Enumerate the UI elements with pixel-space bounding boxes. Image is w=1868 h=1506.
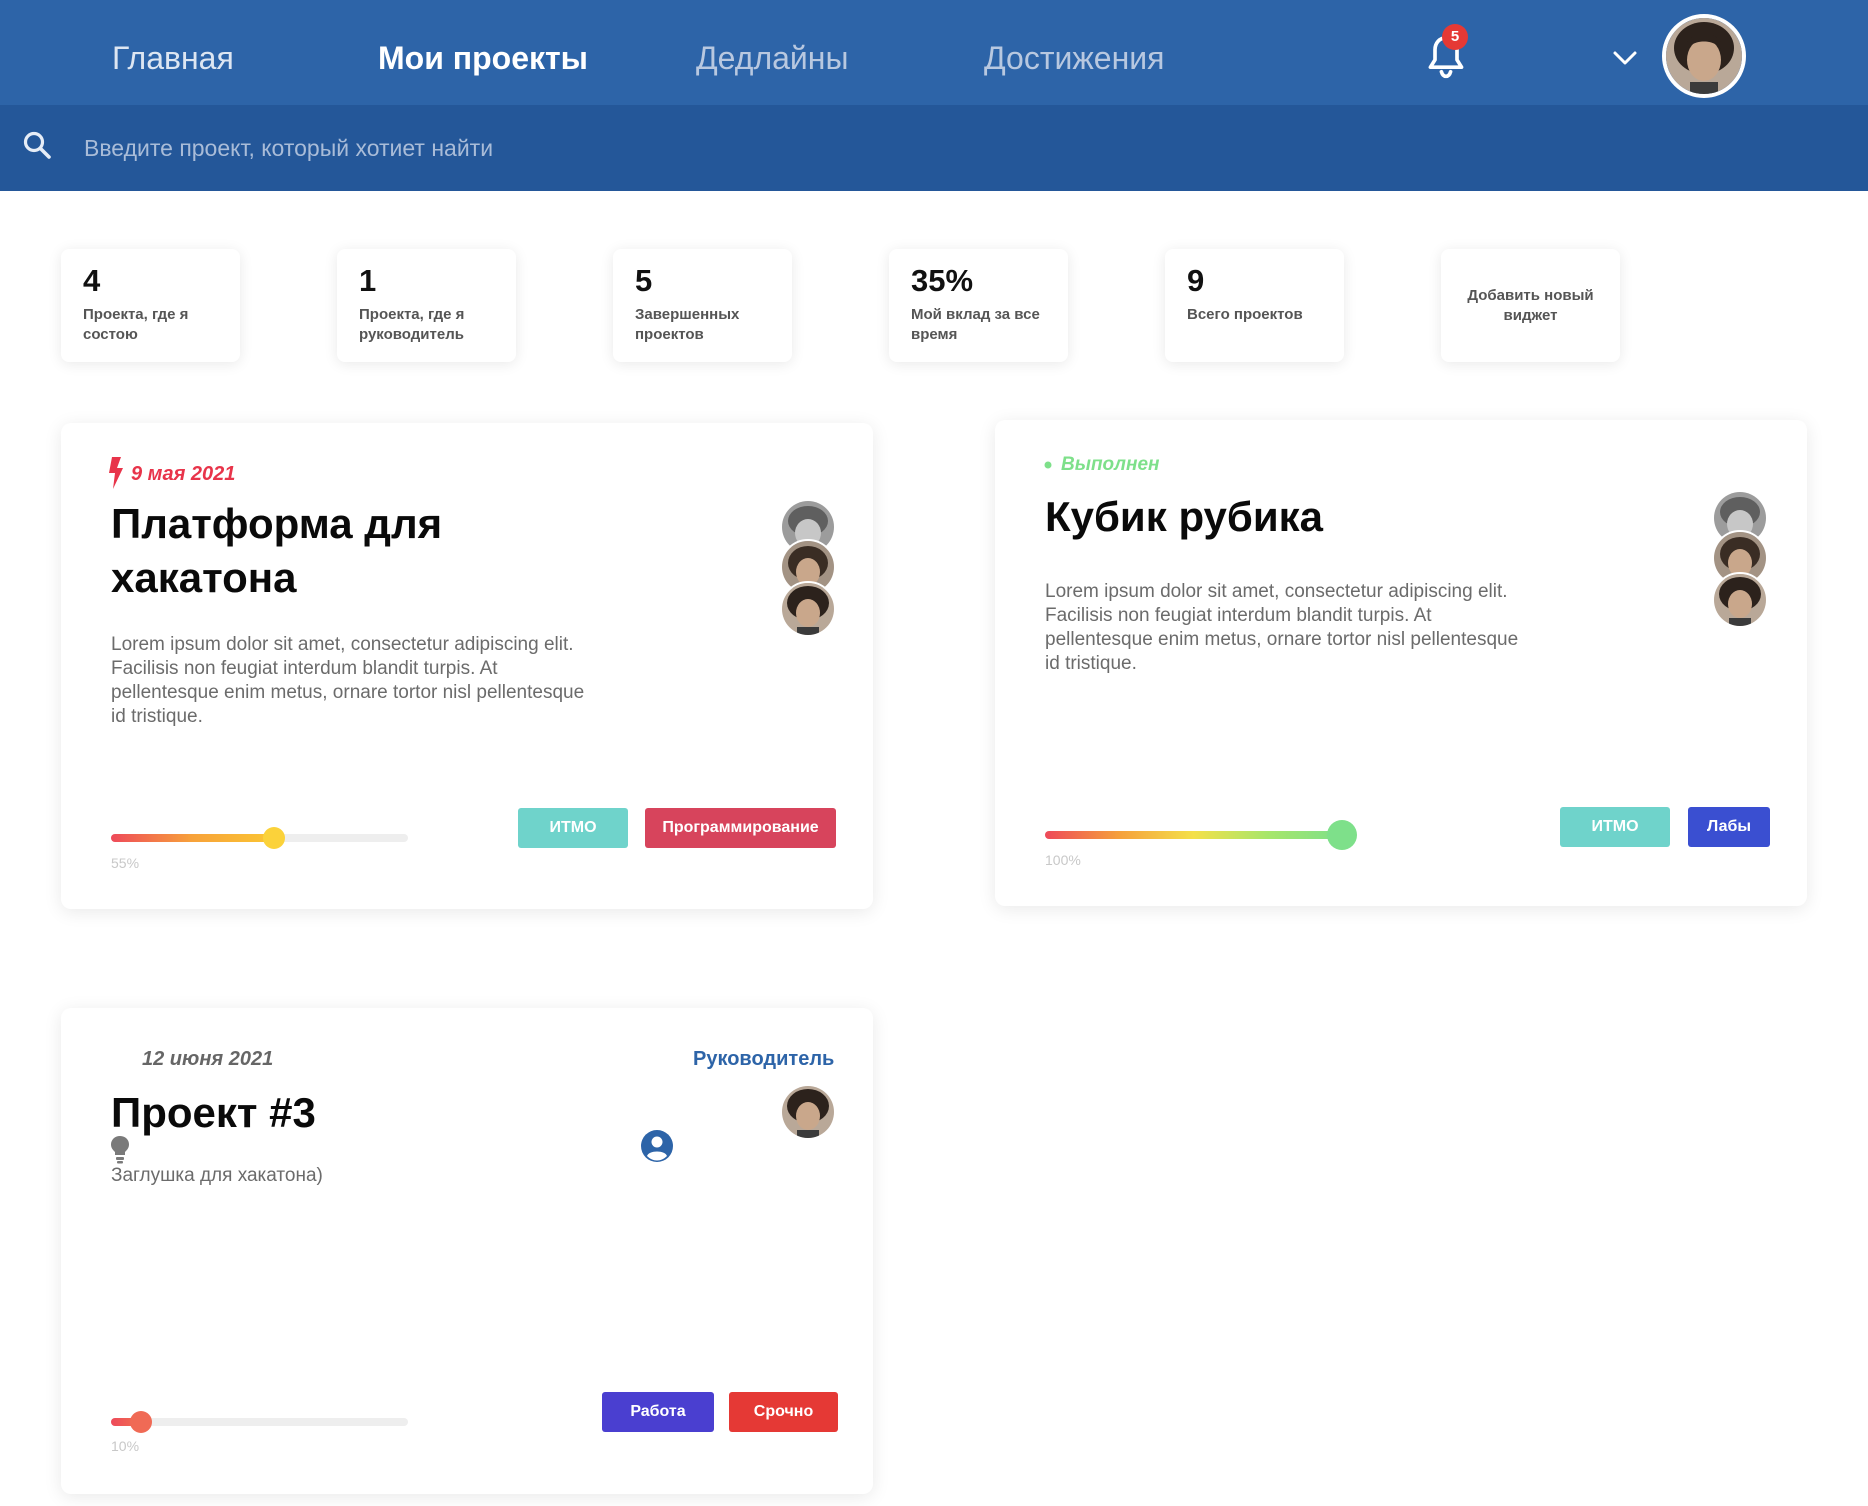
project-title: Платформа для хакатона	[111, 500, 443, 601]
stat-label: Проекта, где я состою	[83, 306, 189, 343]
nav-home[interactable]: Главная	[112, 36, 234, 80]
nav-deadlines[interactable]: Дедлайны	[696, 36, 848, 80]
stat-value: 35%	[911, 263, 974, 298]
stat-total-projects[interactable]: 9 Всего проектов	[1165, 249, 1344, 362]
stat-label: Мой вклад за все время	[911, 306, 1040, 343]
stat-label: Завершенных проектов	[635, 306, 740, 343]
project-status: Выполнен	[1061, 454, 1160, 475]
status-dot-icon	[1044, 461, 1052, 469]
tag-itmo[interactable]: ИТМО	[1560, 807, 1670, 847]
progress-bar	[111, 827, 408, 849]
project-description: Lorem ipsum dolor sit amet, consectetur …	[111, 634, 585, 727]
tag-itmo[interactable]: ИТМО	[518, 808, 628, 848]
progress-label: 100%	[1045, 852, 1081, 868]
stat-member-projects[interactable]: 4 Проекта, где я состою	[61, 249, 240, 362]
stat-value: 1	[359, 263, 377, 298]
progress-bar	[1045, 820, 1357, 850]
progress-fill	[1045, 831, 1342, 839]
stat-contribution[interactable]: 35% Мой вклад за все время	[889, 249, 1068, 362]
deadline-date: 9 мая 2021	[131, 463, 236, 485]
nav-achievements[interactable]: Достижения	[984, 36, 1164, 80]
project-card-3[interactable]: 12 июня 2021 Руководитель Проект #3 Загл…	[61, 1008, 873, 1494]
project-card-2[interactable]: Выполнен Кубик рубика Lorem ipsum dolor …	[995, 420, 1807, 906]
progress-bar	[111, 1411, 408, 1433]
member-avatar[interactable]	[780, 581, 836, 637]
add-widget-label: Добавить новый виджет	[1467, 286, 1594, 324]
tag-work[interactable]: Работа	[602, 1392, 714, 1432]
stat-lead-projects[interactable]: 1 Проекта, где я руководитель	[337, 249, 516, 362]
project-description: Lorem ipsum dolor sit amet, consectetur …	[1045, 581, 1519, 674]
user-circle-icon[interactable]	[640, 1129, 674, 1163]
tag-programming[interactable]: Программирование	[645, 808, 836, 848]
progress-fill	[111, 834, 275, 842]
progress-label: 55%	[111, 855, 140, 871]
tag-labs[interactable]: Лабы	[1688, 807, 1770, 847]
top-navigation	[0, 0, 1868, 105]
stat-label: Всего проектов	[1187, 306, 1303, 323]
chevron-down-icon[interactable]	[1610, 46, 1640, 70]
member-avatar[interactable]	[1712, 572, 1768, 628]
project-card-1[interactable]: 9 мая 2021 Платформа для хакатона Lorem …	[61, 423, 873, 909]
notification-badge: 5	[1442, 24, 1468, 50]
member-avatar[interactable]	[780, 1084, 836, 1140]
stat-value: 9	[1187, 263, 1205, 298]
tag-urgent[interactable]: Срочно	[729, 1392, 838, 1432]
search-icon	[23, 131, 51, 159]
stat-value: 5	[635, 263, 653, 298]
stat-completed-projects[interactable]: 5 Завершенных проектов	[613, 249, 792, 362]
deadline-date: 12 июня 2021	[142, 1048, 274, 1070]
project-description: Заглушка для хакатона)	[111, 1165, 323, 1186]
lightning-icon	[109, 457, 123, 489]
progress-knob[interactable]	[263, 827, 286, 849]
role-label: Руководитель	[693, 1048, 835, 1070]
user-avatar[interactable]	[1662, 14, 1746, 98]
progress-label: 10%	[111, 1438, 140, 1454]
stat-label: Проекта, где я руководитель	[359, 306, 465, 343]
search-input[interactable]	[84, 128, 984, 168]
progress-knob[interactable]	[1327, 820, 1357, 850]
progress-knob[interactable]	[129, 1411, 152, 1433]
project-title: Кубик рубика	[1045, 493, 1324, 540]
nav-my-projects[interactable]: Мои проекты	[378, 36, 588, 80]
stat-value: 4	[83, 263, 101, 298]
lightbulb-icon	[111, 1136, 129, 1164]
add-widget-button[interactable]: Добавить новый виджет	[1441, 249, 1620, 362]
project-title: Проект #3	[111, 1089, 316, 1136]
